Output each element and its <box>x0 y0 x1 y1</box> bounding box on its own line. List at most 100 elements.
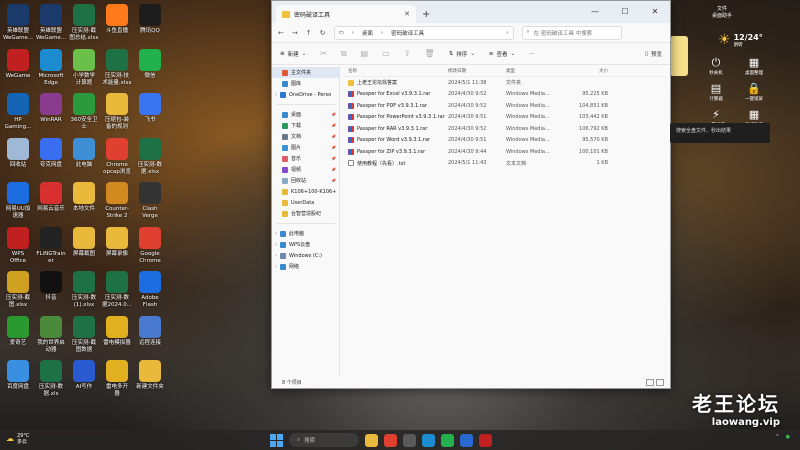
chevron-right-icon[interactable]: › <box>506 30 508 36</box>
assistant-item[interactable]: ▦ 桌面整理 <box>738 56 770 76</box>
desktop-icon[interactable]: 飞书 <box>134 93 166 124</box>
desktop-icon[interactable]: 屏幕截图 <box>68 226 100 258</box>
desktop-icon[interactable]: AI写作 <box>68 360 100 391</box>
desktop-icon[interactable]: 远程连接 <box>134 315 166 347</box>
desktop-icon[interactable]: 压实测-截 图.xlsx <box>2 271 34 309</box>
cut-icon[interactable]: ✂ <box>320 49 327 58</box>
paste-icon[interactable]: ▤ <box>361 49 369 58</box>
nav-item[interactable]: › WPS云盘 <box>272 239 339 250</box>
more-button[interactable]: ··· <box>529 51 534 57</box>
column-type[interactable]: 类型 <box>506 68 558 74</box>
file-row[interactable]: Passper for Excel v3.9.3.1.rar 2024/4/30 … <box>344 89 666 101</box>
desktop-icon[interactable]: 压实测-数 (1).xlsx <box>68 271 100 309</box>
desktop-icon[interactable]: 英雄联盟 WeGame... <box>35 4 67 42</box>
nav-item[interactable]: 文档 📌 <box>272 131 339 142</box>
file-row[interactable]: 使用教程（先看）.txt 2024/5/1 11:43 文本文档 1 KB <box>344 158 666 170</box>
breadcrumb-folder[interactable]: 密码破译工具 <box>391 29 424 37</box>
nav-item[interactable]: 桌面 📌 <box>272 109 339 120</box>
search-popup[interactable]: 搜索全盘文件、秒出结果 <box>670 123 770 143</box>
weather-widget[interactable]: ☀ 12/24° 阴转 <box>718 32 763 48</box>
nav-item[interactable]: › 此电脑 <box>272 228 339 239</box>
desktop-icon[interactable]: 爱奇艺 <box>2 315 34 347</box>
file-row[interactable]: Passper for ZIP v3.9.3.1.rar 2024/4/30 9:… <box>344 146 666 158</box>
assistant-item[interactable]: ▤ 计算器 <box>700 82 732 102</box>
close-tab-icon[interactable]: ✕ <box>404 10 410 18</box>
desktop-icon[interactable]: 小学数学 计算题 <box>68 48 100 87</box>
desktop-icon[interactable]: 夸克网盘 <box>35 137 67 169</box>
nav-item[interactable]: 图库 <box>272 78 339 89</box>
nav-item[interactable]: 主文件夹 <box>272 67 339 78</box>
chevron-up-icon[interactable]: ⌃ <box>775 434 779 440</box>
address-bar[interactable]: ▭ › 桌面 › 密码破译工具 › <box>333 25 514 40</box>
column-name[interactable]: 名称 <box>344 68 448 74</box>
maximize-button[interactable]: ☐ <box>610 1 640 23</box>
desktop-icon[interactable]: 此电脑 <box>68 137 100 169</box>
file-explorer-icon[interactable] <box>365 433 378 447</box>
rename-icon[interactable]: ▭ <box>382 49 390 58</box>
desktop-icon[interactable]: 腾讯QQ <box>134 4 166 35</box>
desktop-icon[interactable]: 压实测-技 术能量.xlsx <box>101 48 133 87</box>
taskbar-search[interactable]: ⌕ 搜索 <box>289 433 359 447</box>
desktop-icon[interactable]: 压缩包-装 备的规则 <box>101 93 133 131</box>
app-tray-icon[interactable]: ● <box>786 434 790 440</box>
desktop-icon[interactable]: Counter- Strike 2 <box>101 182 133 220</box>
file-row[interactable]: 上老王论坛找答案 2024/5/1 11:38 文件夹 <box>344 77 666 89</box>
chevron-right-icon[interactable]: › <box>275 242 277 248</box>
nav-item[interactable]: › OneDrive - Perso <box>272 89 339 100</box>
column-date[interactable]: 修改日期 <box>448 68 506 74</box>
sort-button[interactable]: ⇅ 排序 ⌄ <box>449 50 475 58</box>
desktop-icon[interactable]: 屏幕录像 <box>101 226 133 258</box>
search-input[interactable]: ⌕ 在 密码破译工具 中搜索 <box>521 25 622 40</box>
desktop-icon[interactable]: 微信 <box>134 48 166 80</box>
store-icon[interactable] <box>460 433 473 447</box>
tab-current-folder[interactable]: 密码破译工具 ✕ <box>276 5 416 23</box>
view-button[interactable]: ≡ 查看 ⌄ <box>489 50 515 58</box>
desktop-icon[interactable]: 我的世界启 动器 <box>35 315 67 354</box>
desktop-assistant-label[interactable]: 文件 桌面助手 <box>712 6 732 20</box>
nav-item[interactable]: K106+100-K106+ <box>272 186 339 197</box>
desktop-icon[interactable]: 新建文件夹 <box>134 360 166 391</box>
desktop-icon[interactable]: Clash Verge <box>134 182 166 220</box>
taskbar-weather[interactable]: ☁ 29°C 多云 <box>6 433 29 445</box>
close-button[interactable]: ✕ <box>640 1 670 23</box>
delete-icon[interactable]: 🗑 <box>424 49 434 58</box>
nav-item[interactable]: › Windows (C:) <box>272 250 339 261</box>
desktop-icon[interactable]: Google Chrome <box>134 226 166 265</box>
desktop-icon[interactable]: 本地文件 <box>68 182 100 213</box>
desktop-icon[interactable]: 压实测-截 图总结.xlsx <box>68 4 100 42</box>
nav-item[interactable]: › 网络 <box>272 261 339 272</box>
chevron-right-icon[interactable]: › <box>275 253 277 259</box>
up-icon[interactable]: ↑ <box>306 29 312 37</box>
column-size[interactable]: 大小 <box>558 68 608 74</box>
file-row[interactable]: Passper for PDF v3.9.3.1.rar 2024/4/30 9:… <box>344 100 666 112</box>
desktop-icon[interactable]: Chrome opcap浏览 <box>101 137 133 176</box>
nav-item[interactable]: 台智营造股纪 <box>272 208 339 219</box>
settings-icon[interactable] <box>403 433 416 447</box>
file-row[interactable]: Passper for Word v3.9.3.1.rar 2024/4/30 9… <box>344 135 666 147</box>
chevron-right-icon[interactable]: › <box>275 231 277 237</box>
desktop-icon[interactable]: 网易云音乐 <box>35 182 67 213</box>
desktop-icon[interactable]: Adobe Flash <box>134 271 166 309</box>
desktop-icon[interactable]: 压实测-数 据.xlsx <box>134 137 166 176</box>
assistant-item[interactable]: 🔒 一键锁屏 <box>738 82 770 102</box>
new-tab-button[interactable]: + <box>422 9 430 20</box>
nav-item[interactable]: 音乐 📌 <box>272 153 339 164</box>
refresh-icon[interactable]: ↻ <box>320 29 326 37</box>
assistant-item[interactable]: ⏻ 秒关机 <box>700 56 732 76</box>
desktop-icon[interactable]: FLiNGTrain er <box>35 226 67 265</box>
start-button[interactable] <box>270 433 283 447</box>
nav-item[interactable]: 视频 📌 <box>272 164 339 175</box>
nav-item[interactable]: 下载 📌 <box>272 120 339 131</box>
chrome-icon[interactable] <box>384 433 397 447</box>
breadcrumb-desktop[interactable]: 桌面 <box>362 29 373 37</box>
back-icon[interactable]: ← <box>278 29 284 37</box>
new-button[interactable]: ⊕ 新建 ⌄ <box>280 50 306 58</box>
desktop-icon[interactable]: 雷电多开 器 <box>101 360 133 398</box>
chevron-right-icon[interactable]: › <box>275 264 277 270</box>
file-row[interactable]: Passper for RAR v3.9.3.1.rar 2024/4/30 9:… <box>344 123 666 135</box>
desktop-icon[interactable]: HP Gaming... <box>2 93 34 131</box>
desktop-icon[interactable]: 英雄联盟 WeGame... <box>2 4 34 42</box>
forward-icon[interactable]: → <box>292 29 298 37</box>
wps-icon[interactable] <box>479 433 492 447</box>
copy-icon[interactable]: ⧉ <box>341 49 347 59</box>
